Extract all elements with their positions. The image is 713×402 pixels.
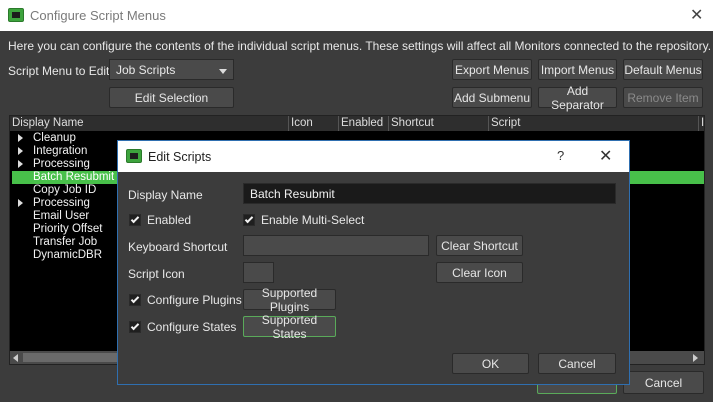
shortcut-input[interactable] [243,235,429,256]
tree-item-label: Priority Offset [33,223,103,235]
display-name-label: Display Name [128,188,203,202]
remove-item-button[interactable]: Remove Item [623,87,703,108]
tree-item-label: Processing [33,158,90,170]
tree-item-label: Transfer Job [33,236,98,248]
column-header-display-name[interactable]: Display Name [10,116,289,131]
configure-plugins-checkbox[interactable] [129,294,141,306]
add-separator-button[interactable]: Add Separator [538,84,617,112]
script-icon-label: Script Icon [128,267,185,281]
clear-shortcut-button[interactable]: Clear Shortcut [436,235,523,256]
menu-select-dropdown[interactable]: Job Scripts [109,59,234,80]
column-header-icon[interactable]: Icon [289,116,339,131]
supported-states-button[interactable]: Supported States [243,313,336,341]
column-header-shortcut[interactable]: Shortcut [389,116,489,131]
window-titlebar: Configure Script Menus ✕ [0,0,713,31]
checkmark-icon [130,214,140,224]
tree-item-label: Integration [33,145,88,157]
expand-arrow-icon[interactable] [18,134,23,142]
ok-button[interactable]: OK [452,353,529,374]
enabled-label: Enabled [147,213,192,227]
configure-states-checkbox[interactable] [129,321,141,333]
dialog-title: Edit Scripts [148,150,212,164]
tree-item-label: DynamicDBR [33,249,103,261]
import-menus-button[interactable]: Import Menus [538,59,617,80]
add-submenu-button[interactable]: Add Submenu [452,87,532,108]
display-name-input[interactable]: Batch Resubmit [243,183,616,204]
tree-item-label: Email User [33,210,90,222]
shortcut-label: Keyboard Shortcut [128,240,228,254]
expand-arrow-icon[interactable] [18,199,23,207]
cancel-button-main[interactable]: Cancel [623,371,704,394]
menu-select-label: Script Menu to Edit: [8,64,113,78]
default-menus-button[interactable]: Default Menus [623,59,703,80]
supported-plugins-button[interactable]: Supported Plugins [243,286,336,314]
column-header-script[interactable]: Script [489,116,699,131]
tree-item-label: Batch Resubmit [33,171,115,183]
cancel-button[interactable]: Cancel [538,353,616,374]
enabled-checkbox[interactable] [129,214,141,226]
checkmark-icon [130,294,140,304]
dialog-close-icon[interactable]: ✕ [599,146,612,166]
clear-icon-button[interactable]: Clear Icon [436,262,523,283]
tree-item-label: Copy Job ID [33,184,97,196]
script-icon-picker[interactable] [243,262,274,283]
tree-item-label: Cleanup [33,132,76,144]
dialog-app-icon [126,149,142,163]
dialog-titlebar: Edit Scripts ? ✕ [118,141,629,172]
edit-scripts-dialog: Edit Scripts ? ✕ Display Name Batch Resu… [117,140,630,385]
export-menus-button[interactable]: Export Menus [452,59,532,80]
configure-states-label: Configure States [147,320,237,334]
scroll-left-icon[interactable] [13,354,18,362]
app-icon [8,8,24,22]
scroll-right-icon[interactable] [693,354,698,362]
checkmark-icon [130,321,140,331]
edit-selection-button[interactable]: Edit Selection [109,87,234,108]
checkmark-icon [244,214,254,224]
configure-plugins-label: Configure Plugins [147,293,242,307]
column-header-extra[interactable]: I [699,116,704,131]
expand-arrow-icon[interactable] [18,160,23,168]
expand-arrow-icon[interactable] [18,147,23,155]
display-name-value: Batch Resubmit [250,186,335,201]
menu-select-value: Job Scripts [116,62,176,77]
column-header-enabled[interactable]: Enabled [339,116,389,131]
description-text: Here you can configure the contents of t… [8,39,712,53]
window-close-icon[interactable]: ✕ [690,5,703,25]
tree-item-label: Processing [33,197,90,209]
multi-select-checkbox[interactable] [243,214,255,226]
chevron-down-icon [219,69,227,74]
help-icon[interactable]: ? [557,148,564,163]
window-title: Configure Script Menus [30,8,166,23]
multi-select-label: Enable Multi-Select [261,213,365,227]
